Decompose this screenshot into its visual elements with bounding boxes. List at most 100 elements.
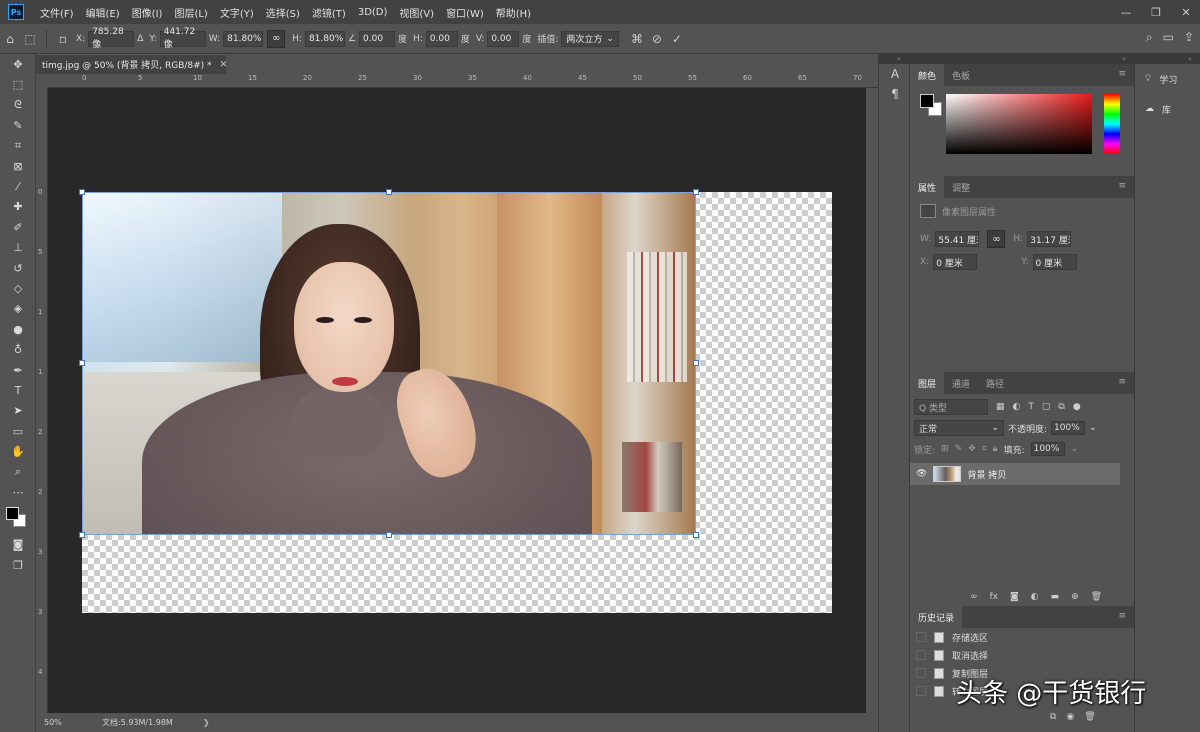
- panel-menu-icon[interactable]: ≡: [1118, 69, 1126, 79]
- layer-name[interactable]: 背景 拷贝: [967, 468, 1006, 481]
- link-icon[interactable]: ∞: [987, 230, 1006, 248]
- lock-transparency-icon[interactable]: ⊞: [941, 444, 949, 454]
- fx-icon[interactable]: fx: [990, 592, 999, 602]
- angle-input[interactable]: 0.00: [359, 30, 396, 47]
- tab-history[interactable]: 历史记录: [910, 606, 963, 628]
- x-input[interactable]: 785.28 像: [88, 27, 135, 50]
- menu-help[interactable]: 帮助(H): [490, 5, 537, 20]
- hskew-input[interactable]: 0.00: [425, 30, 458, 47]
- history-checkbox[interactable]: [916, 668, 926, 678]
- menu-image[interactable]: 图像(I): [126, 5, 169, 20]
- tab-color[interactable]: 颜色: [910, 64, 945, 86]
- panel-menu-icon[interactable]: ≡: [1118, 377, 1126, 387]
- tab-properties[interactable]: 属性: [910, 176, 945, 198]
- history-checkbox[interactable]: [916, 632, 926, 642]
- lock-position-icon[interactable]: ✥: [968, 444, 976, 454]
- frame-tool-icon[interactable]: ⊠: [0, 156, 36, 176]
- more-tools-icon[interactable]: ⋯: [0, 482, 36, 502]
- color-swatches[interactable]: [0, 503, 36, 531]
- width-input[interactable]: 81.80%: [223, 30, 264, 47]
- menu-layer[interactable]: 图层(L): [168, 5, 213, 20]
- transform-handle[interactable]: [386, 532, 392, 538]
- canvas-scrollbar[interactable]: [866, 88, 878, 713]
- quick-mask-icon[interactable]: ◙: [0, 535, 36, 555]
- transform-handle[interactable]: [386, 189, 392, 195]
- prop-height-input[interactable]: 31.17 厘米: [1027, 231, 1072, 247]
- warp-icon[interactable]: ⌘: [627, 32, 647, 46]
- character-panel-icon[interactable]: A: [879, 64, 911, 84]
- zoom-level[interactable]: 50%: [36, 718, 86, 727]
- chevron-down-icon[interactable]: ⌄: [1071, 444, 1079, 454]
- document-tab[interactable]: timg.jpg @ 50% (背景 拷贝, RGB/8#) * ✕: [36, 54, 227, 74]
- tab-swatches[interactable]: 色板: [944, 64, 978, 86]
- menu-edit[interactable]: 编辑(E): [80, 5, 126, 20]
- tab-paths[interactable]: 路径: [978, 372, 1012, 394]
- delete-state-icon[interactable]: 🗑︎: [1084, 712, 1095, 722]
- new-group-icon[interactable]: ▬: [1051, 592, 1060, 602]
- menu-view[interactable]: 视图(V): [393, 5, 440, 20]
- crop-tool-icon[interactable]: ⌗: [0, 136, 36, 156]
- quick-select-tool-icon[interactable]: ✎: [0, 115, 36, 135]
- filter-pixel-icon[interactable]: ▦: [996, 402, 1005, 412]
- blur-tool-icon[interactable]: ●: [0, 319, 36, 339]
- screen-mode-icon[interactable]: ❐: [0, 555, 36, 575]
- path-select-tool-icon[interactable]: ➤: [0, 401, 36, 421]
- hue-slider[interactable]: [1104, 94, 1120, 154]
- transform-handle[interactable]: [79, 360, 85, 366]
- y-input[interactable]: 441.72 像: [159, 27, 206, 50]
- panel-collapse-strip[interactable]: »: [910, 54, 1134, 64]
- chevron-right-icon[interactable]: ❯: [203, 718, 210, 727]
- lock-all-icon[interactable]: 🔒︎: [993, 444, 998, 454]
- minimize-button[interactable]: —: [1118, 6, 1134, 19]
- stamp-tool-icon[interactable]: ⊥: [0, 238, 36, 258]
- lock-pixels-icon[interactable]: ✎: [955, 444, 963, 454]
- adjustment-layer-icon[interactable]: ◐: [1031, 592, 1039, 602]
- lock-artboard-icon[interactable]: ⌗: [982, 444, 987, 454]
- cancel-transform-icon[interactable]: ⊘: [647, 32, 667, 46]
- history-checkbox[interactable]: [916, 686, 926, 696]
- learn-panel-button[interactable]: 💡︎ 学习: [1135, 64, 1200, 94]
- vskew-input[interactable]: 0.00: [487, 30, 520, 47]
- reference-point-icon[interactable]: ▫: [53, 32, 73, 46]
- panel-collapse-strip[interactable]: «: [879, 54, 909, 64]
- restore-button[interactable]: ❐: [1148, 6, 1164, 19]
- type-tool-icon[interactable]: T: [0, 380, 36, 400]
- filter-toggle-icon[interactable]: ●: [1073, 402, 1081, 412]
- layer-row[interactable]: 👁︎ 背景 拷贝: [910, 463, 1120, 485]
- close-button[interactable]: ✕: [1178, 6, 1194, 19]
- eraser-tool-icon[interactable]: ◇: [0, 278, 36, 298]
- menu-type[interactable]: 文字(Y): [214, 5, 260, 20]
- filter-smart-icon[interactable]: ⧉: [1058, 402, 1064, 412]
- marquee-tool-icon[interactable]: ⬚: [0, 74, 36, 94]
- transform-handle[interactable]: [79, 189, 85, 195]
- interpolation-select[interactable]: 两次立方 ⌄: [561, 30, 619, 47]
- blend-mode-select[interactable]: 正常 ⌄: [914, 420, 1004, 436]
- menu-3d[interactable]: 3D(D): [352, 7, 394, 18]
- tab-adjustments[interactable]: 调整: [944, 176, 978, 198]
- move-tool-icon[interactable]: ✥: [0, 54, 36, 74]
- transform-handle[interactable]: [693, 189, 699, 195]
- prop-width-input[interactable]: 55.41 厘米: [935, 231, 980, 247]
- height-input[interactable]: 81.80%: [304, 30, 345, 47]
- transform-handle[interactable]: [79, 532, 85, 538]
- paragraph-panel-icon[interactable]: ¶: [879, 84, 911, 104]
- fill-input[interactable]: 100%: [1030, 442, 1065, 456]
- libraries-panel-button[interactable]: ☁ 库: [1135, 94, 1200, 124]
- menu-select[interactable]: 选择(S): [260, 5, 306, 20]
- pen-tool-icon[interactable]: ✒: [0, 360, 36, 380]
- filter-type-icon[interactable]: T: [1028, 402, 1034, 412]
- foreground-color-swatch[interactable]: [920, 94, 934, 108]
- tab-layers[interactable]: 图层: [910, 372, 945, 394]
- hand-tool-icon[interactable]: ✋: [0, 441, 36, 461]
- healing-tool-icon[interactable]: ✚: [0, 197, 36, 217]
- prop-x-input[interactable]: 0 厘米: [933, 254, 978, 270]
- panel-collapse-strip[interactable]: «: [1135, 54, 1200, 64]
- prop-y-input[interactable]: 0 厘米: [1032, 254, 1077, 270]
- workspace-icon[interactable]: ▭: [1163, 30, 1174, 45]
- brush-tool-icon[interactable]: ✐: [0, 217, 36, 237]
- eyedropper-tool-icon[interactable]: ⁄: [0, 176, 36, 196]
- home-icon[interactable]: ⌂: [0, 32, 20, 46]
- zoom-tool-icon[interactable]: ⌕: [0, 462, 36, 482]
- new-document-icon[interactable]: ⧉: [1050, 712, 1056, 722]
- transform-handle[interactable]: [693, 360, 699, 366]
